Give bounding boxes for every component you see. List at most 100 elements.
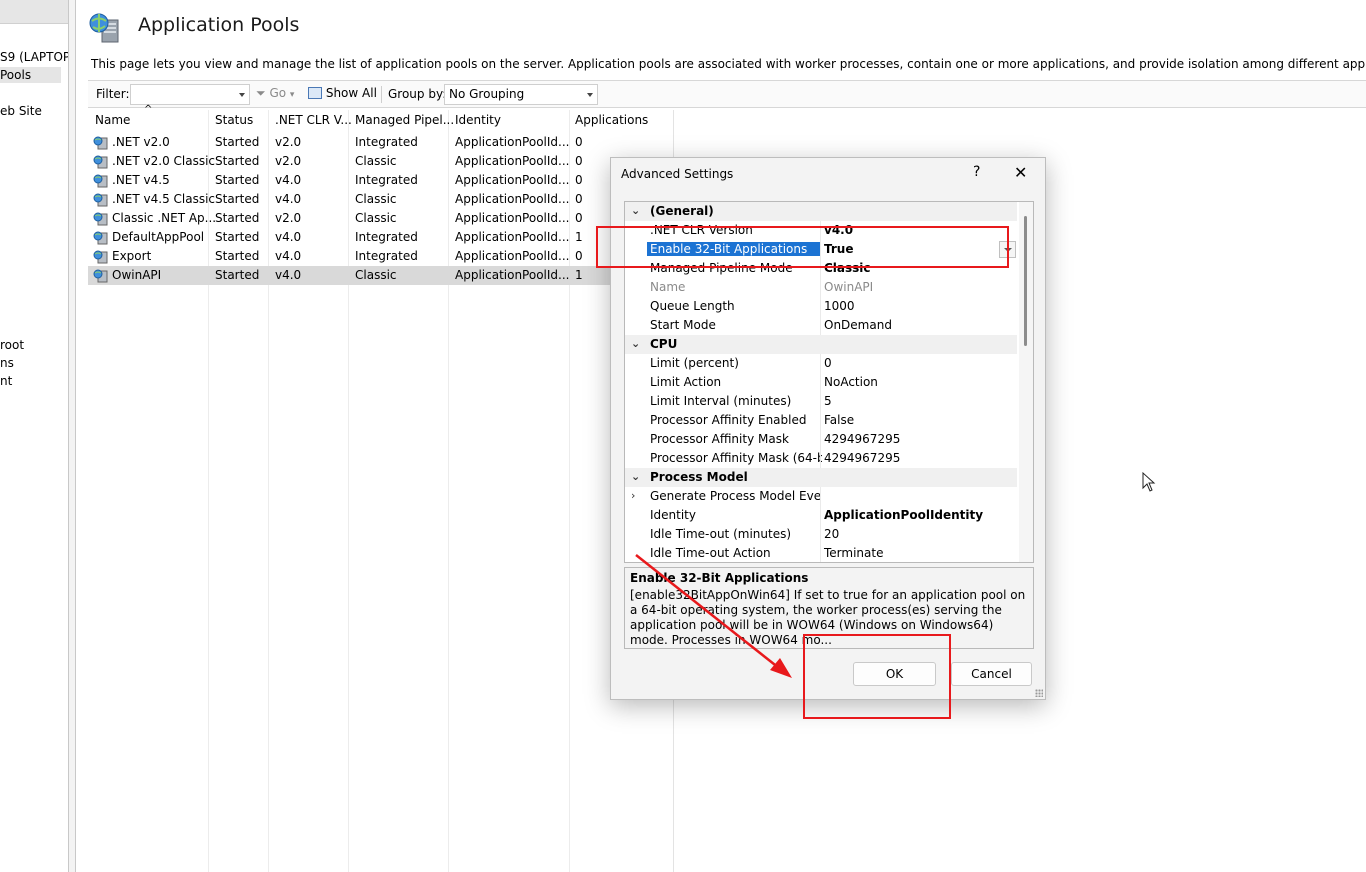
show-all-icon [308, 87, 322, 99]
collapse-chevron-icon[interactable]: ⌄ [631, 204, 640, 217]
tree-item[interactable]: eb Site [0, 103, 42, 119]
property-divider [820, 316, 821, 335]
property-name: (General) [650, 204, 714, 218]
property-value[interactable]: ApplicationPoolIdentity [824, 508, 983, 522]
cell-clr: v2.0 [275, 135, 302, 149]
table-row[interactable]: .NET v2.0 Started v2.0 Integrated Applicatio… [88, 133, 674, 152]
go-button[interactable]: ⏷ Go ▾ [256, 86, 294, 101]
property-divider [820, 506, 821, 525]
property-row[interactable]: Limit Interval (minutes) 5 [625, 392, 1017, 411]
column-header-identity[interactable]: Identity [455, 113, 501, 127]
chevron-down-icon[interactable] [239, 93, 245, 97]
property-divider [820, 297, 821, 316]
table-row[interactable]: Classic .NET Ap... Started v2.0 Classic Appl… [88, 209, 674, 228]
cell-apps: 1 [575, 230, 583, 244]
property-value[interactable]: False [824, 413, 854, 427]
property-row[interactable]: Limit (percent) 0 [625, 354, 1017, 373]
table-row[interactable]: .NET v4.5 Started v4.0 Integrated Applicatio… [88, 171, 674, 190]
cell-identity: ApplicationPoolId... [455, 268, 570, 282]
property-value[interactable]: 0 [824, 356, 832, 370]
cancel-button[interactable]: Cancel [951, 662, 1032, 686]
property-name: Limit (percent) [650, 356, 739, 370]
tree-item[interactable]: ns [0, 355, 14, 371]
panel-splitter[interactable] [69, 0, 76, 872]
cell-identity: ApplicationPoolId... [455, 135, 570, 149]
sort-ascending-icon: ^ [144, 104, 153, 115]
property-divider [820, 392, 821, 411]
tree-item[interactable]: Pools [0, 67, 62, 83]
column-header-pipeline[interactable]: Managed Pipel... [355, 113, 454, 127]
property-name: Idle Time-out (minutes) [650, 527, 792, 541]
show-all-button[interactable]: Show All [308, 86, 377, 100]
property-row[interactable]: Processor Affinity Mask 4294967295 [625, 430, 1017, 449]
column-header-clr[interactable]: .NET CLR V... [275, 113, 352, 127]
description-title: Enable 32-Bit Applications [630, 571, 809, 585]
cell-name: .NET v2.0 Classic [112, 154, 216, 168]
property-category[interactable]: ⌄ (General) [625, 202, 1017, 221]
property-divider [820, 411, 821, 430]
property-row[interactable]: Idle Time-out (minutes) 20 [625, 525, 1017, 544]
property-row[interactable]: Idle Time-out Action Terminate [625, 544, 1017, 562]
property-name: Queue Length [650, 299, 735, 313]
cell-clr: v4.0 [275, 173, 302, 187]
property-value[interactable]: OwinAPI [824, 280, 873, 294]
property-grid-scrollbar[interactable] [1019, 202, 1033, 562]
table-row[interactable]: Export Started v4.0 Integrated ApplicationPo… [88, 247, 674, 266]
table-row[interactable]: .NET v4.5 Classic Started v4.0 Classic Appli… [88, 190, 674, 209]
property-name: Limit Interval (minutes) [650, 394, 792, 408]
property-divider [820, 354, 821, 373]
cell-pipeline: Integrated [355, 249, 418, 263]
column-header-applications[interactable]: Applications [575, 113, 648, 127]
expand-chevron-icon[interactable]: › [631, 489, 635, 502]
property-row[interactable]: Queue Length 1000 [625, 297, 1017, 316]
property-value[interactable]: OnDemand [824, 318, 892, 332]
table-row[interactable]: .NET v2.0 Classic Started v2.0 Classic Appli… [88, 152, 674, 171]
go-label: Go [269, 86, 287, 100]
cell-name: Export [112, 249, 152, 263]
property-row[interactable]: Processor Affinity Mask (64-bit o4294967… [625, 449, 1017, 468]
collapse-chevron-icon[interactable]: ⌄ [631, 470, 640, 483]
close-icon[interactable]: ✕ [1014, 163, 1027, 182]
column-header-name[interactable]: Name [95, 113, 130, 127]
property-value[interactable]: 4294967295 [824, 432, 900, 446]
cell-apps: 0 [575, 135, 583, 149]
table-row[interactable]: DefaultAppPool Started v4.0 Integrated Appli… [88, 228, 674, 247]
page-title: Application Pools [138, 14, 300, 36]
property-row[interactable]: Limit Action NoAction [625, 373, 1017, 392]
property-category[interactable]: ⌄ Process Model [625, 468, 1017, 487]
property-row[interactable]: Processor Affinity Enabled False [625, 411, 1017, 430]
cell-pipeline: Classic [355, 154, 397, 168]
property-divider [820, 525, 821, 544]
collapse-chevron-icon[interactable]: ⌄ [631, 337, 640, 350]
property-category[interactable]: ⌄ CPU [625, 335, 1017, 354]
property-name: Limit Action [650, 375, 722, 389]
table-row[interactable]: OwinAPI Started v4.0 Classic ApplicationPool… [88, 266, 674, 285]
property-divider [820, 449, 821, 468]
property-row[interactable]: › Generate Process Model Event L [625, 487, 1017, 506]
cell-identity: ApplicationPoolId... [455, 230, 570, 244]
property-value[interactable]: 4294967295 [824, 451, 900, 465]
property-row[interactable]: Identity ApplicationPoolIdentity [625, 506, 1017, 525]
column-header-status[interactable]: Status [215, 113, 253, 127]
property-divider [820, 278, 821, 297]
tree-item[interactable]: root [0, 337, 24, 353]
property-value[interactable]: 1000 [824, 299, 855, 313]
property-value[interactable]: 5 [824, 394, 832, 408]
tree-item[interactable]: S9 (LAPTOP-I [0, 49, 68, 65]
tree-item[interactable]: nt [0, 373, 12, 389]
help-icon[interactable]: ? [973, 164, 980, 180]
filter-input[interactable] [130, 84, 250, 105]
property-value[interactable]: Terminate [824, 546, 883, 560]
property-name: Start Mode [650, 318, 716, 332]
resize-grip-icon[interactable] [1035, 689, 1043, 697]
group-by-label: Group by: [388, 87, 447, 101]
property-row[interactable]: Start Mode OnDemand [625, 316, 1017, 335]
chevron-down-icon[interactable]: ▾ [290, 90, 295, 100]
scrollbar-thumb[interactable] [1024, 216, 1027, 346]
chevron-down-icon[interactable] [587, 93, 593, 97]
property-row[interactable]: Name OwinAPI [625, 278, 1017, 297]
property-value[interactable]: NoAction [824, 375, 878, 389]
group-by-select[interactable]: No Grouping [444, 84, 598, 105]
property-value[interactable]: 20 [824, 527, 839, 541]
cell-identity: ApplicationPoolId... [455, 173, 570, 187]
